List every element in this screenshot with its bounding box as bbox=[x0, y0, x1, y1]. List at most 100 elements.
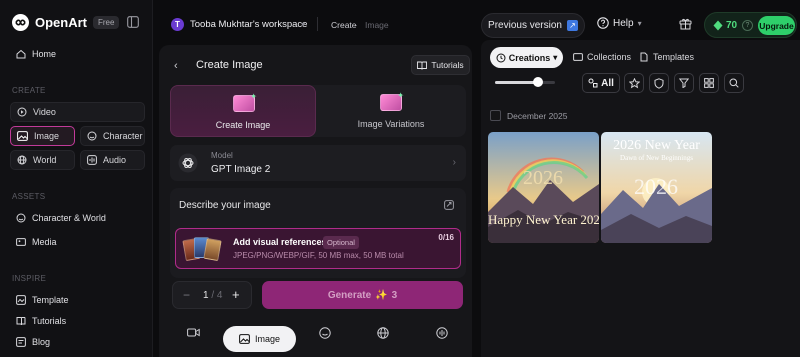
image-variations-thumbnail-icon: ✦ bbox=[380, 91, 404, 111]
history-icon bbox=[496, 53, 506, 63]
generate-button[interactable]: Generate ✨ 3 bbox=[262, 281, 463, 309]
tab-label: Collections bbox=[587, 52, 632, 62]
visual-references-dropzone[interactable]: Add visual references Optional JPEG/PNG/… bbox=[175, 228, 461, 269]
external-link-icon: ↗ bbox=[566, 20, 578, 31]
select-group-checkbox[interactable] bbox=[490, 110, 501, 121]
model-selector[interactable]: Model GPT Image 2 › bbox=[170, 145, 466, 181]
decrement-button[interactable]: − bbox=[183, 288, 190, 302]
expand-icon[interactable] bbox=[444, 200, 454, 210]
search-icon[interactable] bbox=[724, 73, 744, 93]
help-circle-icon bbox=[597, 17, 609, 29]
tab-templates[interactable]: Templates bbox=[639, 52, 694, 62]
quantity-stepper: − 1 / 4 + bbox=[172, 281, 252, 309]
chevron-down-icon[interactable]: ▾ bbox=[301, 20, 305, 29]
sidebar-item-label: Audio bbox=[103, 155, 127, 165]
breadcrumb-create[interactable]: Create bbox=[331, 20, 357, 30]
sidebar-item-home[interactable]: Home bbox=[16, 49, 56, 59]
info-icon[interactable]: ? bbox=[742, 20, 753, 31]
video-camera-icon[interactable] bbox=[187, 327, 200, 338]
generate-label: Generate bbox=[327, 289, 372, 301]
increment-button[interactable]: + bbox=[232, 287, 240, 302]
filter-all-button[interactable]: All bbox=[582, 73, 620, 93]
tab-collections[interactable]: Collections bbox=[573, 52, 631, 62]
sparkle-icon: ✨ bbox=[375, 289, 388, 301]
sidebar-item-character[interactable]: Character bbox=[80, 126, 145, 146]
character-world-icon bbox=[16, 213, 26, 223]
back-arrow-icon[interactable]: ‹ bbox=[174, 60, 178, 72]
previous-version-label: Previous version bbox=[488, 20, 562, 31]
references-hint: JPEG/PNG/WEBP/GIF, 50 MB max, 50 MB tota… bbox=[233, 251, 404, 260]
upgrade-button[interactable]: Upgrade bbox=[758, 16, 795, 35]
sidebar-item-label: Tutorials bbox=[32, 316, 67, 326]
sidebar-item-world[interactable]: World bbox=[10, 150, 75, 170]
image-icon bbox=[239, 334, 250, 344]
sidebar-item-audio[interactable]: Audio bbox=[80, 150, 145, 170]
tutorials-button[interactable]: Tutorials bbox=[411, 55, 470, 75]
chevron-down-icon: ▾ bbox=[553, 53, 558, 62]
credits-pill[interactable]: 70 ? Upgrade bbox=[704, 12, 797, 38]
grid-icon[interactable] bbox=[699, 73, 719, 93]
section-assets-heading: ASSETS bbox=[12, 192, 46, 201]
previous-version-button[interactable]: Previous version ↗ bbox=[481, 13, 585, 38]
tab-image-variations[interactable]: ✦ Image Variations bbox=[318, 85, 464, 137]
character-face-icon[interactable] bbox=[319, 327, 331, 339]
media-type-image-button[interactable]: Image bbox=[223, 326, 296, 352]
template-icon bbox=[16, 295, 26, 305]
quantity-value: 1 / 4 bbox=[203, 290, 223, 301]
sidebar-item-media[interactable]: Media bbox=[16, 237, 57, 247]
prompt-input[interactable]: Describe your image bbox=[179, 200, 271, 211]
openart-logo-icon bbox=[12, 14, 29, 31]
filter-icon[interactable] bbox=[674, 73, 694, 93]
help-button[interactable]: Help ▾ bbox=[597, 17, 642, 29]
tab-label: Creations bbox=[508, 52, 551, 63]
media-type-image-label: Image bbox=[254, 334, 280, 344]
sidebar-item-image[interactable]: Image bbox=[10, 126, 75, 146]
plan-badge: Free bbox=[93, 16, 120, 29]
prompt-card: Describe your image Add visual reference… bbox=[170, 188, 466, 278]
zoom-slider[interactable] bbox=[495, 81, 555, 84]
sidebar-item-video[interactable]: Video bbox=[10, 102, 145, 122]
tab-label: Image Variations bbox=[357, 119, 425, 129]
sidebar-item-label: Character & World bbox=[32, 213, 106, 223]
tab-label: Create Image bbox=[215, 120, 271, 130]
sidebar-item-blog[interactable]: Blog bbox=[16, 337, 50, 347]
optional-badge: Optional bbox=[323, 236, 359, 249]
character-icon bbox=[87, 131, 97, 141]
svg-text:2026: 2026 bbox=[523, 167, 563, 189]
gift-icon[interactable] bbox=[679, 17, 692, 30]
sidebar-toggle-icon[interactable] bbox=[127, 16, 139, 28]
thumbnail-subcaption: Dawn of New Beginnings bbox=[620, 154, 693, 162]
audio-wave-icon[interactable] bbox=[436, 327, 448, 339]
book-icon bbox=[417, 61, 428, 70]
workspace-avatar[interactable]: T bbox=[171, 18, 184, 31]
divider bbox=[317, 17, 318, 31]
shield-icon[interactable] bbox=[649, 73, 669, 93]
sidebar-item-template[interactable]: Template bbox=[16, 295, 69, 305]
sidebar-item-label: Character bbox=[103, 131, 143, 141]
tab-creations[interactable]: Creations ▾ bbox=[490, 47, 563, 68]
globe-icon[interactable] bbox=[377, 327, 389, 339]
home-icon bbox=[16, 49, 26, 59]
model-value: GPT Image 2 bbox=[211, 164, 271, 175]
sidebar-item-label: Template bbox=[32, 295, 69, 305]
model-label: Model bbox=[211, 151, 233, 160]
sidebar-item-character-world[interactable]: Character & World bbox=[16, 213, 106, 223]
svg-text:2026: 2026 bbox=[634, 174, 678, 199]
brand[interactable]: OpenArt Free bbox=[12, 14, 120, 31]
creation-thumbnail[interactable]: 2026 2026 New Year Dawn of New Beginning… bbox=[601, 132, 712, 243]
tutorials-label: Tutorials bbox=[431, 60, 464, 70]
sidebar-item-tutorials[interactable]: Tutorials bbox=[16, 316, 66, 326]
zoom-slider-fill bbox=[495, 81, 539, 84]
chevron-right-icon: › bbox=[452, 157, 456, 168]
blog-icon bbox=[16, 337, 26, 347]
media-icon bbox=[16, 237, 26, 247]
references-count: 0/16 bbox=[438, 233, 454, 242]
sidebar: OpenArt Free Home CREATE Video Image Cha… bbox=[0, 0, 153, 357]
section-create-heading: CREATE bbox=[12, 86, 46, 95]
workspace-name[interactable]: Tooba Mukhtar's workspace bbox=[190, 19, 307, 30]
tab-create-image[interactable]: ✦ Create Image bbox=[170, 85, 316, 137]
creation-thumbnail[interactable]: 2026 Happy New Year 2026 bbox=[488, 132, 599, 243]
section-inspire-heading: INSPIRE bbox=[12, 274, 47, 283]
book-icon bbox=[16, 316, 26, 326]
star-icon[interactable] bbox=[624, 73, 644, 93]
